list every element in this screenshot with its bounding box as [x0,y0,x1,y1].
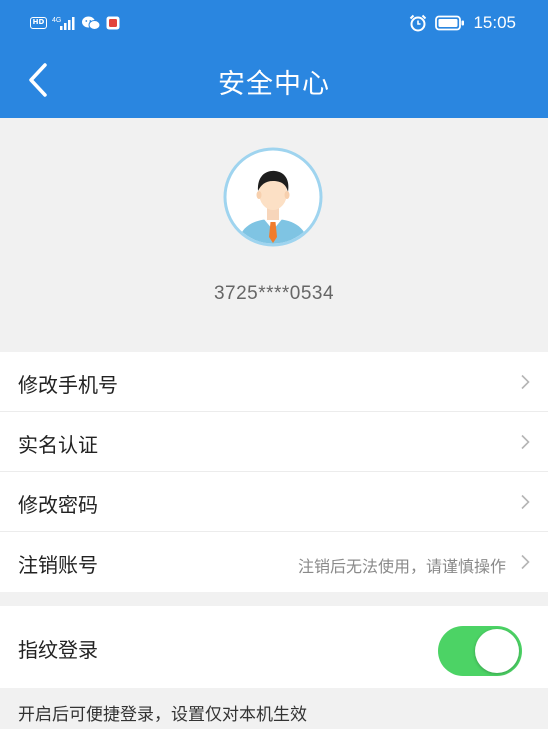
fingerprint-login-row: 指纹登录 [0,606,548,688]
status-bar: HD 4G 15:05 [0,0,548,46]
hd-icon: HD [30,17,47,29]
chevron-right-icon [521,554,530,570]
app-notification-icon [106,16,120,30]
menu-item-change-phone[interactable]: 修改手机号 [0,352,548,412]
account-id: 3725****0534 [213,283,335,304]
menu-item-change-password[interactable]: 修改密码 [0,472,548,532]
fingerprint-login-toggle[interactable] [438,626,522,676]
page-title: 安全中心 [218,69,330,100]
menu-item-delete-account[interactable]: 注销账号 注销后无法使用，请谨慎操作 [0,532,548,592]
wechat-icon [82,16,101,30]
menu-item-label: 实名认证 [18,433,98,457]
status-time: 15:05 [473,13,516,32]
fingerprint-note: 开启后可便捷登录，设置仅对本机生效 [18,705,307,725]
status-left-icons: HD 4G [30,13,120,33]
battery-icon [435,15,465,31]
toggle-knob [475,629,519,673]
user-avatar-icon[interactable] [223,147,323,247]
chevron-right-icon [521,494,530,510]
header-bar: 安全中心 [0,46,548,118]
menu-item-label: 修改密码 [18,493,98,517]
profile-section: 3725****0534 [0,118,548,352]
status-right-icons: 15:05 [409,12,516,34]
signal-icon: 4G [52,17,75,30]
menu-item-label: 修改手机号 [18,373,118,397]
fingerprint-login-label: 指纹登录 [18,638,98,662]
menu-item-label: 注销账号 [18,553,98,577]
settings-menu: 修改手机号 实名认证 修改密码 注销账号 注销后无法使用，请谨慎操作 [0,352,548,592]
network-type-label: 4G [52,17,61,24]
menu-item-hint: 注销后无法使用，请谨慎操作 [297,557,506,576]
menu-item-real-name-verification[interactable]: 实名认证 [0,412,548,472]
alarm-icon [410,14,427,32]
chevron-right-icon [521,434,530,450]
chevron-right-icon [521,374,530,390]
